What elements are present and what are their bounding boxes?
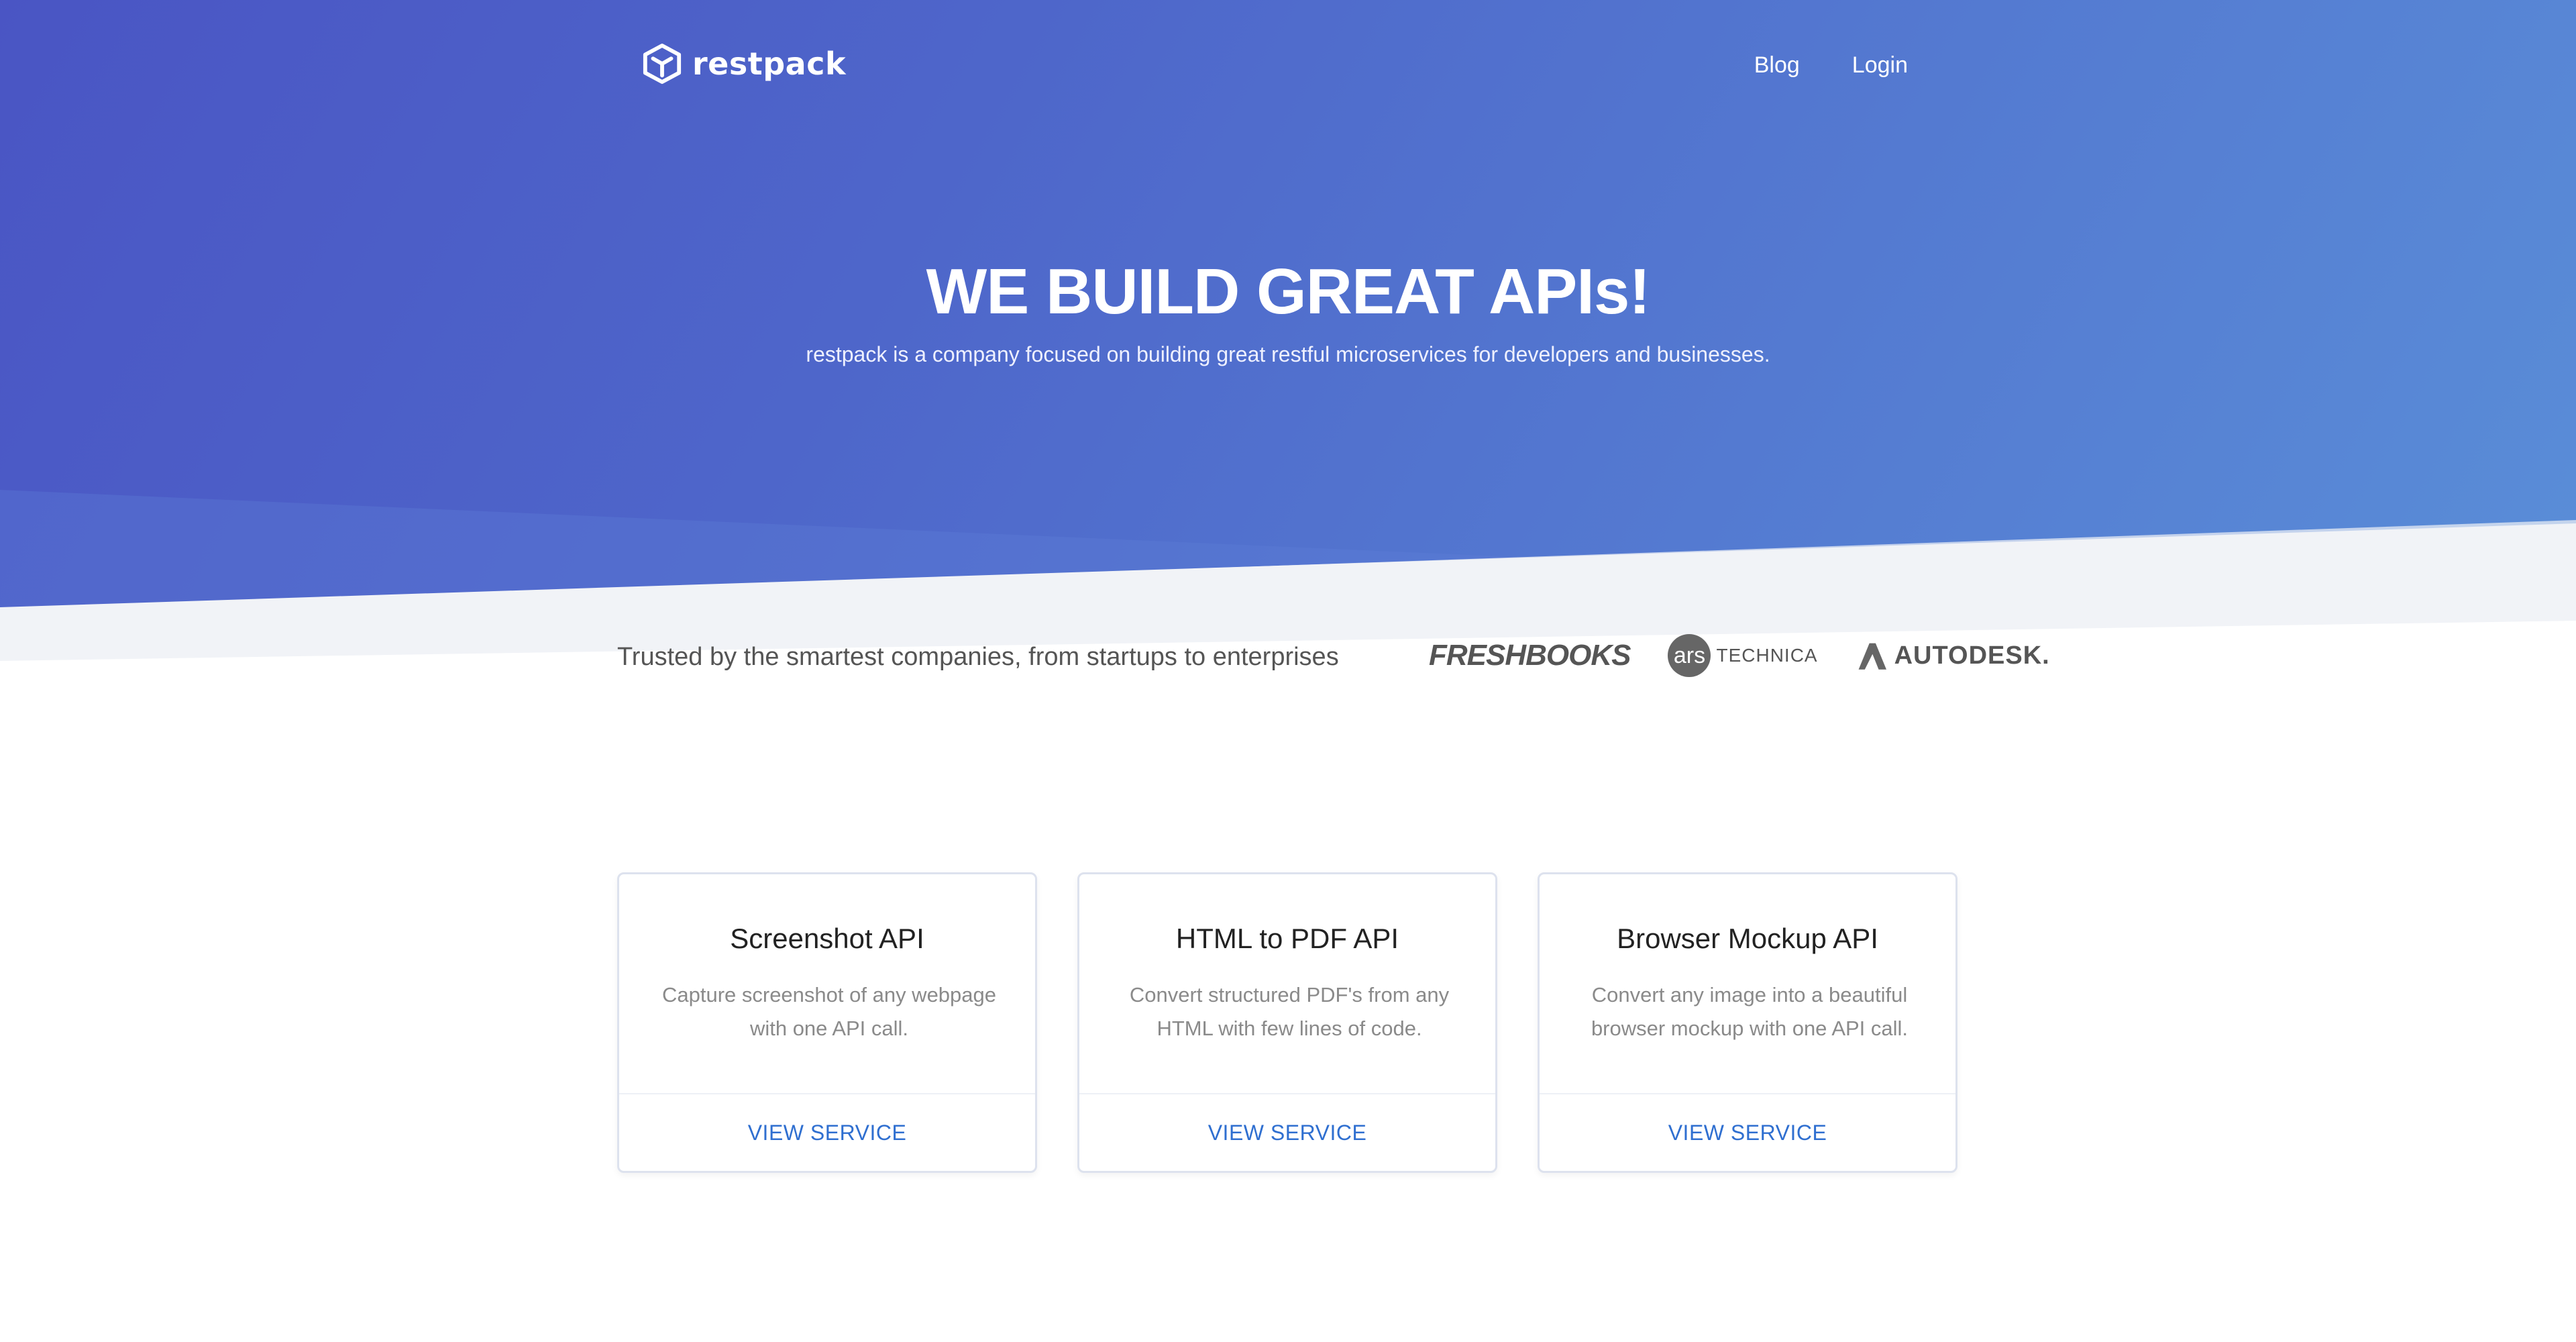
card-description: Convert any image into a beautiful brows… <box>1591 983 1909 1040</box>
customer-logos: FRESHBOOKS ars TECHNICA AUTODESK. <box>1429 634 2050 677</box>
view-service-button-screenshot[interactable]: VIEW SERVICE <box>748 1121 907 1145</box>
view-service-button-browser-mockup[interactable]: VIEW SERVICE <box>1668 1121 1827 1145</box>
hero-title: WE BUILD GREAT APIs! <box>926 256 1651 327</box>
hero-subtitle: restpack is a company focused on buildin… <box>806 342 1770 366</box>
service-cards: Screenshot API Capture screenshot of any… <box>617 872 1959 1173</box>
freshbooks-logo: FRESHBOOKS <box>1429 639 1631 672</box>
brand-logo-link[interactable]: restpack <box>641 43 846 85</box>
cube-logo-icon <box>643 43 682 85</box>
card-description: Capture screenshot of any webpage with o… <box>661 983 997 1040</box>
card-footer: VIEW SERVICE <box>619 1093 1035 1171</box>
autodesk-text: AUTODESK. <box>1894 641 2050 670</box>
card-title: Browser Mockup API <box>1617 923 1878 954</box>
service-card-html-to-pdf: HTML to PDF API Convert structured PDF's… <box>1077 872 1497 1173</box>
nav-link-blog[interactable]: Blog <box>1754 52 1800 79</box>
nav-links: Blog Login <box>1754 52 1908 79</box>
autodesk-mark-icon <box>1858 643 1886 670</box>
ars-technica-text: TECHNICA <box>1716 645 1818 666</box>
ars-technica-logo: ars TECHNICA <box>1668 634 1817 677</box>
service-card-browser-mockup: Browser Mockup API Convert any image int… <box>1538 872 1957 1173</box>
nav-link-login[interactable]: Login <box>1852 52 1908 79</box>
top-navigation: restpack Blog Login <box>0 0 2576 134</box>
freshbooks-logo-text: FRESHBOOKS <box>1429 639 1631 672</box>
brand-name: restpack <box>692 46 847 82</box>
service-card-screenshot: Screenshot API Capture screenshot of any… <box>617 872 1037 1173</box>
ars-badge: ars <box>1668 634 1711 677</box>
card-title: Screenshot API <box>730 923 924 954</box>
card-title: HTML to PDF API <box>1175 923 1399 954</box>
view-service-button-html-to-pdf[interactable]: VIEW SERVICE <box>1208 1121 1367 1145</box>
card-description: Convert structured PDF's from any HTML w… <box>1129 983 1450 1040</box>
autodesk-logo: AUTODESK. <box>1856 640 2050 671</box>
trusted-by-text: Trusted by the smartest companies, from … <box>617 643 1339 671</box>
card-footer: VIEW SERVICE <box>1079 1093 1495 1171</box>
page: restpack Blog Login WE BUILD GREAT APIs!… <box>0 0 2576 1342</box>
card-footer: VIEW SERVICE <box>1540 1093 1955 1171</box>
